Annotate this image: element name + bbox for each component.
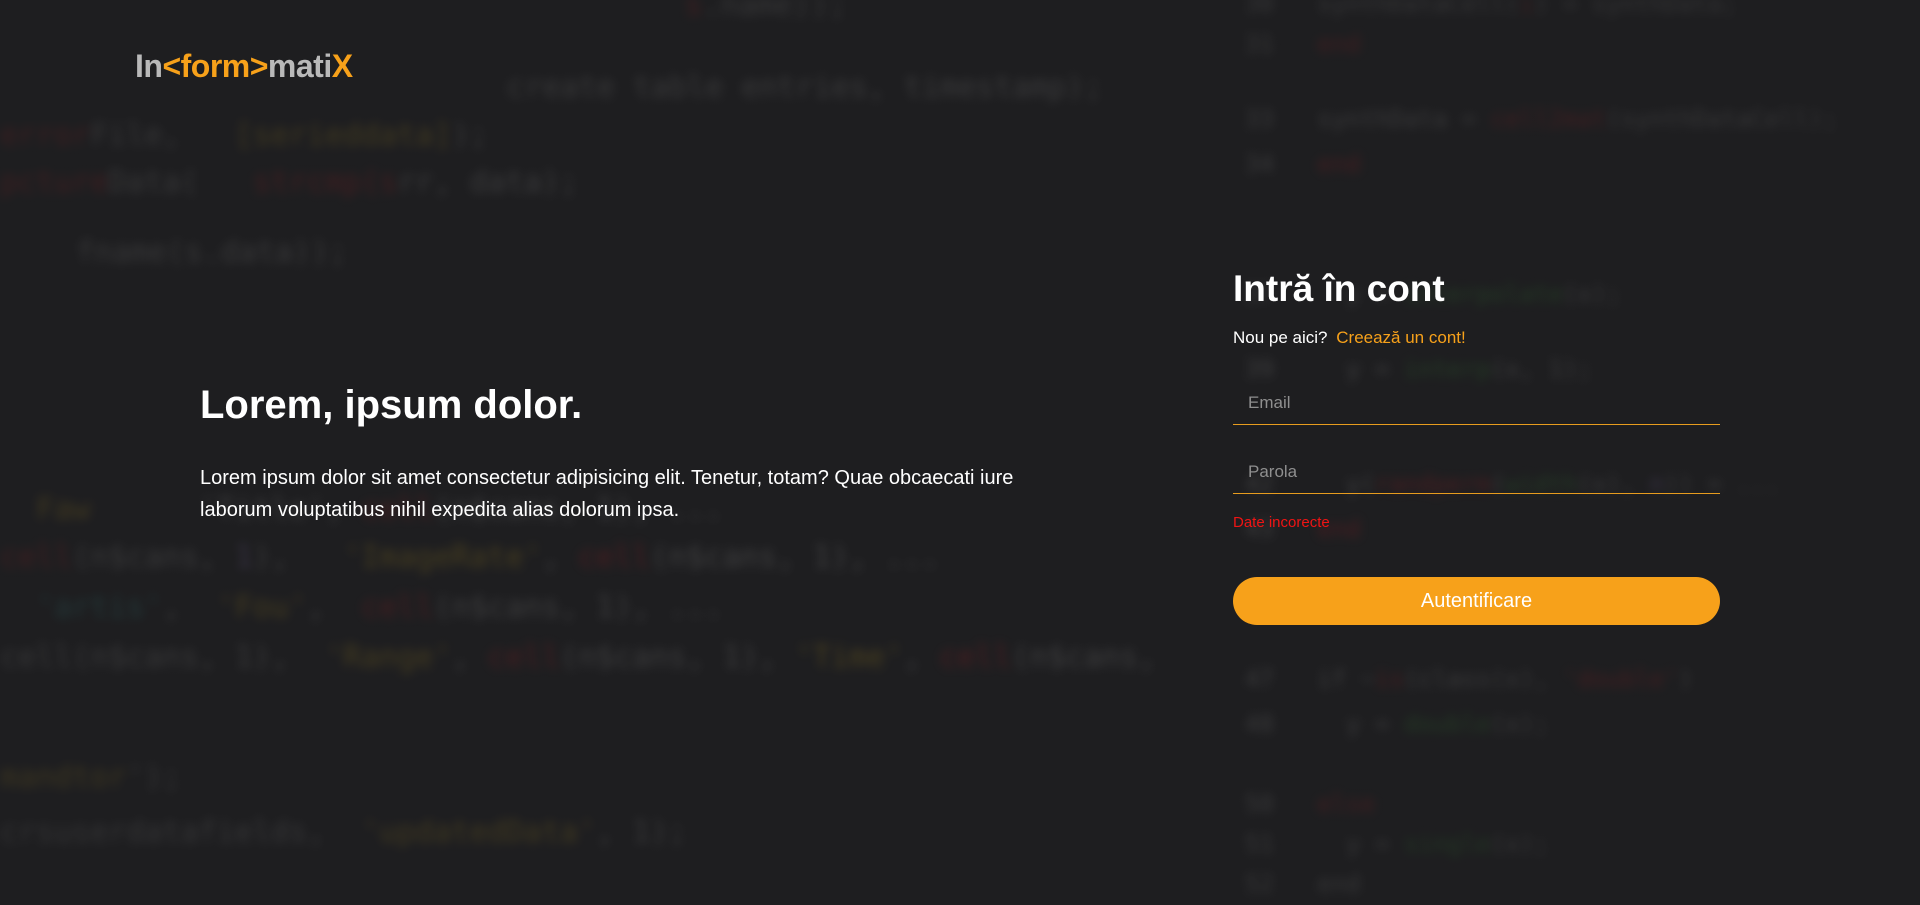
hero-title: Lorem, ipsum dolor. xyxy=(200,383,583,427)
login-page: s.name)); create table entries, timestam… xyxy=(0,0,1920,905)
email-field-wrapper xyxy=(1233,382,1720,425)
hero-text: Lorem ipsum dolor sit amet consectetur a… xyxy=(200,467,1014,521)
email-input[interactable] xyxy=(1233,382,1720,424)
signup-prompt: Nou pe aici? xyxy=(1233,328,1328,347)
signup-link[interactable]: Creează un cont! xyxy=(1336,328,1465,347)
login-error-message: Date incorecte xyxy=(1233,514,1330,531)
login-submit-button[interactable]: Autentificare xyxy=(1233,577,1720,625)
login-title: Intră în cont xyxy=(1233,268,1445,309)
signup-line: Nou pe aici? Creează un cont! xyxy=(1233,328,1720,348)
password-input[interactable] xyxy=(1233,451,1720,493)
brand-logo[interactable]: In<form>matiX xyxy=(135,48,353,85)
login-form: Intră în cont Nou pe aici? Creează un co… xyxy=(1233,268,1720,625)
logo-part-x: X xyxy=(331,48,353,84)
logo-part-mati: mati xyxy=(267,48,332,84)
hero-section: Lorem, ipsum dolor. Lorem ipsum dolor si… xyxy=(200,383,1060,526)
logo-part-form: <form> xyxy=(162,48,268,84)
logo-part-in: In xyxy=(135,48,163,84)
password-field-wrapper xyxy=(1233,451,1720,494)
